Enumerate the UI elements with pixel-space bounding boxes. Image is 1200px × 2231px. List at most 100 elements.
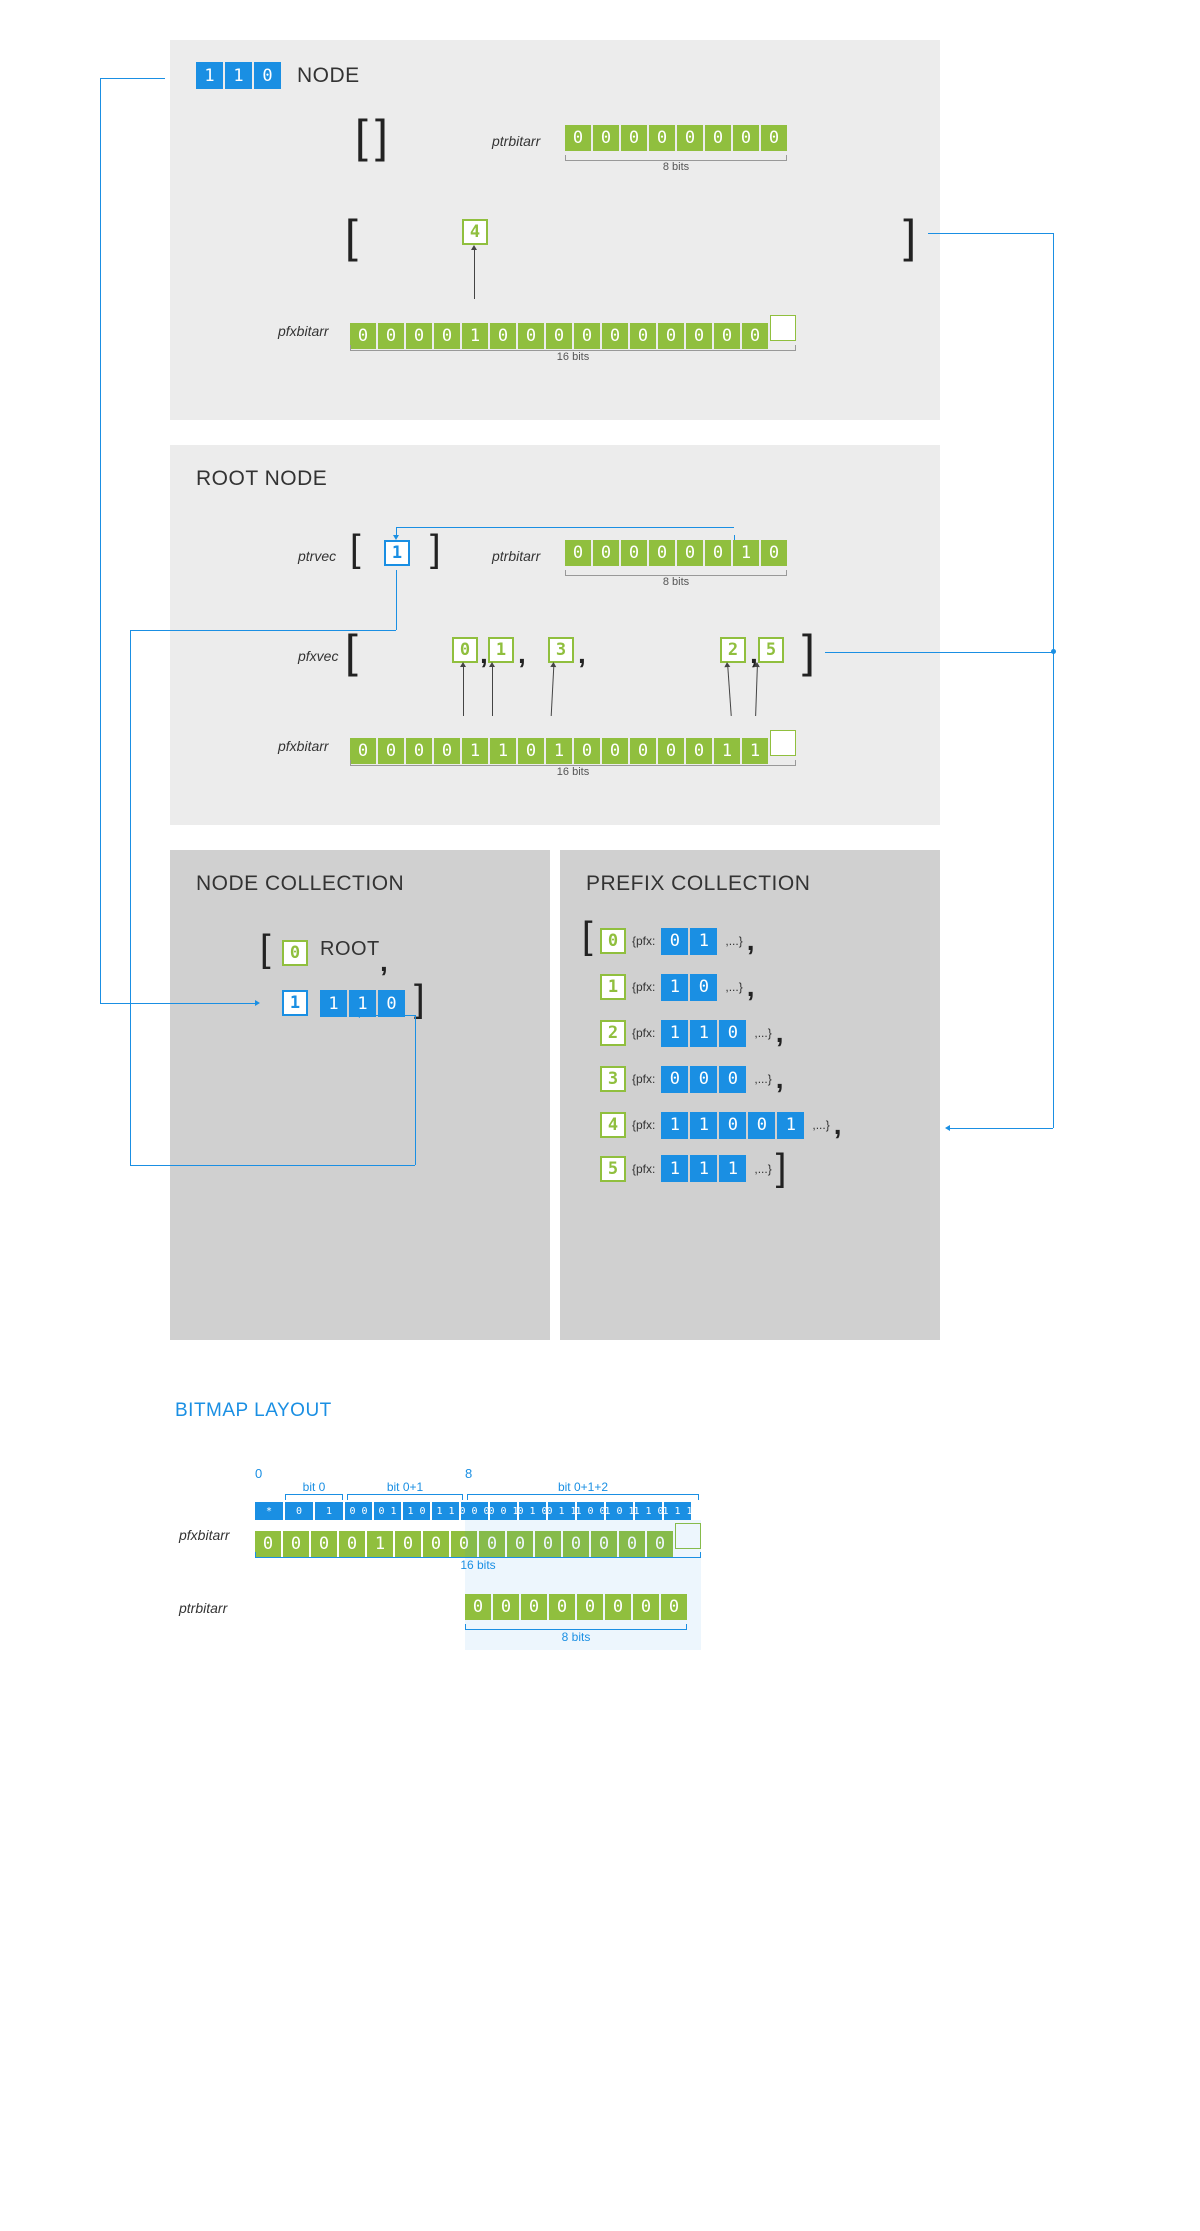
pfxvec-label: pfxvec (298, 648, 338, 664)
marker-0: 0 (255, 1466, 262, 1481)
bit-cell: 0 (761, 125, 787, 151)
bit-cell: 0 (719, 1020, 746, 1047)
bit-cell: 0 (748, 1112, 775, 1139)
pfx-close-label: ,...} (725, 980, 742, 994)
bit-cell: 0 (521, 1594, 547, 1620)
bit-cell: 0 (565, 540, 591, 566)
pfxcol-row: 3{pfx:000,...}, (600, 1063, 841, 1095)
group-2: bit 0+1+2 (467, 1480, 699, 1494)
bit-cell: 0 (761, 540, 787, 566)
pfxcol-index: 5 (600, 1156, 626, 1182)
bit-cell: 0 (719, 1066, 746, 1093)
node-panel: 110 NODE [ ] ptrbitarr 00000000 8 bits [… (170, 40, 940, 420)
bit-cell: 0 (549, 1594, 575, 1620)
pfx-open-label: {pfx: (632, 1026, 655, 1040)
root-pfxbitarr-label: pfxbitarr (278, 738, 329, 754)
bl-pfxbitarr-width: 16 bits (255, 1558, 701, 1572)
root-pfxbitarr-width: 16 bits (350, 766, 796, 778)
root-ptrbitarr-label: ptrbitarr (492, 548, 540, 564)
bit-cell: 0 (493, 1594, 519, 1620)
bit-cell: 0 (661, 1066, 688, 1093)
bit-cell: 0 (633, 1594, 659, 1620)
nodecol-root-label: ROOT (320, 938, 380, 961)
bit-cell: 1 (690, 1020, 717, 1047)
pfxcol-index: 2 (600, 1020, 626, 1046)
connector-pfx-node (928, 233, 1053, 234)
nodecol-idx-0: 0 (282, 940, 308, 966)
pfxvec-4: 5 (758, 637, 784, 663)
bit-cell: 0 (661, 928, 688, 955)
bitmap-header-cell: 1 1 0 (635, 1502, 662, 1520)
ptrvec-label: ptrvec (298, 548, 336, 564)
pfxcol-index: 4 (600, 1112, 626, 1138)
ptrbitarr-label: ptrbitarr (492, 133, 540, 149)
bitmap-header-cell: 1 0 0 (577, 1502, 604, 1520)
bit-cell: 0 (565, 125, 591, 151)
bitmap-header-cell: 1 1 (432, 1502, 459, 1520)
bit-cell: 1 (777, 1112, 804, 1139)
pfx-open-label: {pfx: (632, 1072, 655, 1086)
pfx-open-label: {pfx: (632, 934, 655, 948)
pfxcol-row: 4{pfx:11001,...}, (600, 1109, 841, 1141)
pfxbitarr-width-1: 16 bits (350, 351, 796, 363)
bit-cell: 0 (661, 1594, 687, 1620)
bitmap-header-cell: 1 0 1 (606, 1502, 633, 1520)
pfxcol-title: PREFIX COLLECTION (586, 872, 914, 896)
bitmap-header-cell: 0 1 0 (519, 1502, 546, 1520)
pfxvec-3: 2 (720, 637, 746, 663)
pfxcol-row: 2{pfx:110,...}, (600, 1017, 841, 1049)
bit-cell: 0 (593, 125, 619, 151)
node-collection-panel: NODE COLLECTION [ 0 ROOT , 1 110 ] (170, 850, 550, 1340)
root-title: ROOT NODE (196, 467, 914, 491)
bit-cell: 1 (661, 1112, 688, 1139)
bit-cell: 0 (605, 1594, 631, 1620)
bitmap-header-cell: 0 1 (374, 1502, 401, 1520)
pfxvec-1: 1 (488, 637, 514, 663)
pfx-open-label: {pfx: (632, 1162, 655, 1176)
bit-cell-empty (770, 315, 796, 341)
bit-cell: 0 (621, 540, 647, 566)
bit-cell: 0 (690, 974, 717, 1001)
bitmap-header-cell: * (255, 1502, 283, 1520)
ptrbitarr-width: 8 bits (565, 161, 787, 173)
pfxcol-row: 0{pfx:01,...}, (600, 925, 841, 957)
bit-cell: 0 (690, 1066, 717, 1093)
bit-cell: 0 (254, 62, 281, 89)
bitmap-header-cell: 1 0 (403, 1502, 430, 1520)
bit-cell: 1 (349, 990, 376, 1017)
pfx-close-label: ,...} (725, 934, 742, 948)
node-title: NODE (297, 64, 360, 88)
root-ptrbitarr-width: 8 bits (565, 576, 787, 588)
pfx-close-label: ,...} (754, 1026, 771, 1040)
pfx-open-label: {pfx: (632, 980, 655, 994)
bl-pfxbitarr-label: pfxbitarr (179, 1527, 230, 1543)
bitmap-header-cell: 0 0 (345, 1502, 372, 1520)
connector-ptrvec (396, 570, 397, 630)
bit-cell: 0 (677, 125, 703, 151)
pfx-close-label: ,...} (812, 1118, 829, 1132)
bit-cell: 0 (733, 125, 759, 151)
bit-cell: 1 (733, 540, 759, 566)
bitmap-title: BITMAP LAYOUT (175, 1400, 935, 1422)
bitmap-header-cell: 0 0 0 (461, 1502, 488, 1520)
pfxcol-index: 0 (600, 928, 626, 954)
pfxcol-index: 3 (600, 1066, 626, 1092)
bit-cell: 0 (465, 1594, 491, 1620)
pfx-open-label: {pfx: (632, 1118, 655, 1132)
bitmap-header-cell: 1 1 1 (664, 1502, 691, 1520)
bit-cell: 0 (649, 540, 675, 566)
bit-cell: 0 (577, 1594, 603, 1620)
prefix-collection-panel: PREFIX COLLECTION [ 0{pfx:01,...},1{pfx:… (560, 850, 940, 1340)
bit-cell: 0 (621, 125, 647, 151)
nodecol-title: NODE COLLECTION (196, 872, 524, 896)
ptrvec-cell: 1 (384, 540, 410, 566)
root-node-panel: ROOT NODE ptrvec [ 1 ] ptrbitarr 0000001… (170, 445, 940, 825)
pfxcol-row: 5{pfx:111,...}] (600, 1155, 841, 1182)
bit-cell: 1 (225, 62, 252, 89)
pfx-close-label: ,...} (754, 1072, 771, 1086)
pfxcol-row: 1{pfx:10,...}, (600, 971, 841, 1003)
nodecol-idx-1: 1 (282, 990, 308, 1016)
pfxvec-2: 3 (548, 637, 574, 663)
connector-pfx-root (825, 652, 1055, 653)
bit-cell-empty (675, 1523, 701, 1549)
